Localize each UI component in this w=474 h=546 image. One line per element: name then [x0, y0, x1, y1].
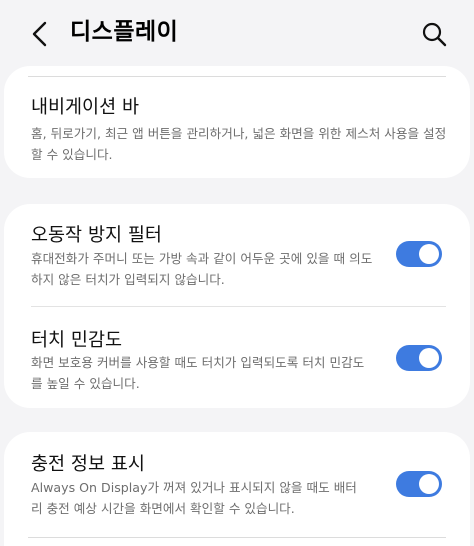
charging-info-description: Always On Display가 꺼져 있거나 표시되지 않을 때도 배터 … — [31, 480, 357, 516]
charging-info-card: 충전 정보 표시 Always On Display가 꺼져 있거나 표시되지 … — [4, 432, 470, 546]
touch-sensitivity-setting[interactable]: 터치 민감도 화면 보호용 커버를 사용할 때도 터치가 입력되도록 터치 민감… — [4, 307, 470, 408]
toggle-knob — [419, 474, 439, 494]
charging-info-setting[interactable]: 충전 정보 표시 Always On Display가 꺼져 있거나 표시되지 … — [4, 432, 470, 538]
navigation-bar-description: 홈, 뒤로가기, 최근 앱 버튼을 관리하거나, 넓은 화면을 위한 제스처 사… — [31, 126, 447, 162]
navigation-bar-title: 내비게이션 바 — [31, 97, 140, 118]
touch-sensitivity-description: 화면 보호용 커버를 사용할 때도 터치가 입력되도록 터치 민감도 를 높일 … — [31, 355, 365, 391]
accidental-touch-filter-title: 오동작 방지 필터 — [31, 225, 162, 246]
toggle-knob — [419, 244, 439, 264]
chevron-left-icon — [32, 21, 47, 47]
navigation-bar-card: 내비게이션 바 홈, 뒤로가기, 최근 앱 버튼을 관리하거나, 넓은 화면을 … — [4, 66, 470, 178]
accidental-touch-filter-toggle[interactable] — [396, 241, 442, 267]
page-title: 디스플레이 — [70, 19, 179, 45]
accidental-touch-filter-setting[interactable]: 오동작 방지 필터 휴대전화가 주머니 또는 가방 속과 같이 어두운 곳에 있… — [4, 204, 470, 306]
charging-info-toggle[interactable] — [396, 471, 442, 497]
divider — [28, 537, 446, 538]
navigation-bar-setting[interactable]: 내비게이션 바 홈, 뒤로가기, 최근 앱 버튼을 관리하거나, 넓은 화면을 … — [4, 66, 470, 178]
search-icon — [422, 22, 447, 47]
back-button[interactable] — [22, 16, 58, 52]
toggle-knob — [419, 348, 439, 368]
charging-info-title: 충전 정보 표시 — [31, 454, 145, 475]
app-header: 디스플레이 — [0, 0, 474, 66]
touch-sensitivity-toggle[interactable] — [396, 345, 442, 371]
search-button[interactable] — [414, 14, 454, 54]
accidental-touch-filter-description: 휴대전화가 주머니 또는 가방 속과 같이 어두운 곳에 있을 때 의도 하지 … — [31, 251, 373, 287]
touch-sensitivity-title: 터치 민감도 — [31, 330, 122, 351]
touch-settings-card: 오동작 방지 필터 휴대전화가 주머니 또는 가방 속과 같이 어두운 곳에 있… — [4, 204, 470, 408]
